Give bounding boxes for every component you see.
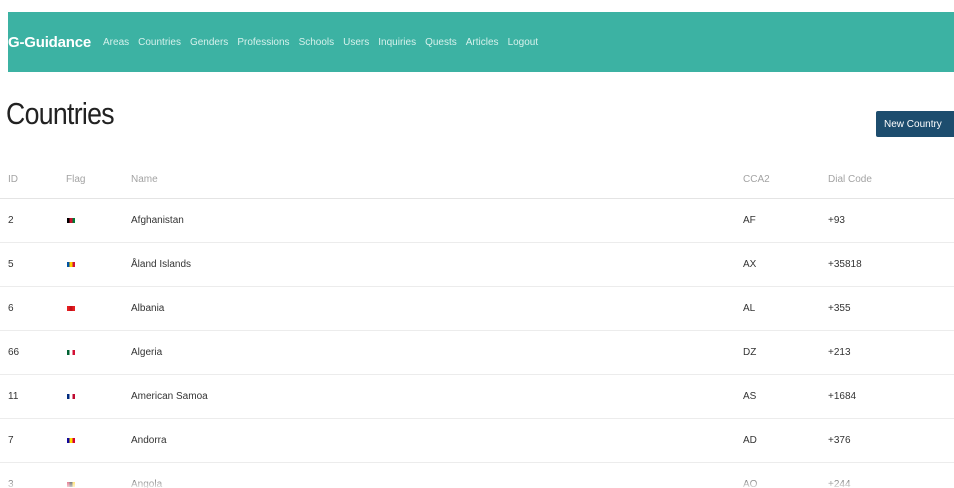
table-header-row: ID Flag Name CCA2 Dial Code [0, 160, 954, 199]
cell-id: 6 [0, 286, 66, 331]
cell-dial-code: +35818 [828, 242, 954, 287]
nav-link-professions[interactable]: Professions [237, 37, 289, 48]
countries-table: ID Flag Name CCA2 Dial Code 2 Afghanista… [0, 160, 954, 488]
table-row[interactable]: 3 Angola AO +244 [0, 462, 954, 488]
flag-icon [67, 393, 75, 399]
nav-link-areas[interactable]: Areas [103, 37, 129, 48]
header-id[interactable]: ID [0, 160, 66, 199]
cell-name[interactable]: Albania [131, 286, 743, 331]
cell-id: 11 [0, 374, 66, 419]
cell-id: 5 [0, 242, 66, 287]
flag-icon [67, 437, 75, 443]
cell-name[interactable]: Afghanistan [131, 198, 743, 243]
table-row[interactable]: 7 Andorra AD +376 [0, 418, 954, 463]
page: G-Guidance Areas Countries Genders Profe… [0, 0, 954, 488]
cell-name[interactable]: Angola [131, 462, 743, 488]
cell-id: 7 [0, 418, 66, 463]
flag-icon [67, 261, 75, 267]
cell-id: 2 [0, 198, 66, 243]
cell-name[interactable]: Algeria [131, 330, 743, 375]
cell-flag [66, 462, 131, 488]
flag-icon [67, 349, 75, 355]
nav-link-inquiries[interactable]: Inquiries [378, 37, 416, 48]
nav-link-articles[interactable]: Articles [466, 37, 499, 48]
cell-cca2: DZ [743, 330, 828, 375]
cell-flag [66, 374, 131, 419]
header-name[interactable]: Name [131, 160, 743, 199]
cell-flag [66, 418, 131, 463]
table-row[interactable]: 66 Algeria DZ +213 [0, 330, 954, 375]
cell-flag [66, 198, 131, 243]
header-cca2[interactable]: CCA2 [743, 160, 828, 199]
cell-dial-code: +1684 [828, 374, 954, 419]
brand-link[interactable]: G-Guidance [8, 34, 91, 51]
flag-icon [67, 481, 75, 487]
table-row[interactable]: 2 Afghanistan AF +93 [0, 198, 954, 243]
cell-flag [66, 330, 131, 375]
page-title: Countries [6, 96, 115, 131]
nav-link-users[interactable]: Users [343, 37, 369, 48]
cell-id: 3 [0, 462, 66, 488]
table-row[interactable]: 6 Albania AL +355 [0, 286, 954, 331]
cell-cca2: AD [743, 418, 828, 463]
cell-dial-code: +93 [828, 198, 954, 243]
cell-dial-code: +213 [828, 330, 954, 375]
nav-link-schools[interactable]: Schools [299, 37, 335, 48]
header-dial-code[interactable]: Dial Code [828, 160, 954, 199]
flag-icon [67, 305, 75, 311]
cell-dial-code: +376 [828, 418, 954, 463]
cell-name[interactable]: American Samoa [131, 374, 743, 419]
cell-cca2: AO [743, 462, 828, 488]
nav-link-quests[interactable]: Quests [425, 37, 457, 48]
nav-link-logout[interactable]: Logout [508, 37, 539, 48]
cell-name[interactable]: Åland Islands [131, 242, 743, 287]
cell-cca2: AX [743, 242, 828, 287]
table-header: ID Flag Name CCA2 Dial Code [0, 160, 954, 199]
cell-cca2: AL [743, 286, 828, 331]
table-row[interactable]: 5 Åland Islands AX +35818 [0, 242, 954, 287]
nav-link-countries[interactable]: Countries [138, 37, 181, 48]
cell-id: 66 [0, 330, 66, 375]
cell-cca2: AF [743, 198, 828, 243]
cell-flag [66, 286, 131, 331]
cell-dial-code: +355 [828, 286, 954, 331]
cell-cca2: AS [743, 374, 828, 419]
cell-dial-code: +244 [828, 462, 954, 488]
table-body: 2 Afghanistan AF +93 5 Åland Islands AX … [0, 198, 954, 488]
header-flag[interactable]: Flag [66, 160, 131, 199]
table-row[interactable]: 11 American Samoa AS +1684 [0, 374, 954, 419]
new-country-button[interactable]: New Country [876, 111, 954, 137]
cell-name[interactable]: Andorra [131, 418, 743, 463]
nav-links: Areas Countries Genders Professions Scho… [103, 37, 538, 48]
flag-icon [67, 217, 75, 223]
cell-flag [66, 242, 131, 287]
top-navbar: G-Guidance Areas Countries Genders Profe… [8, 12, 954, 72]
nav-link-genders[interactable]: Genders [190, 37, 228, 48]
